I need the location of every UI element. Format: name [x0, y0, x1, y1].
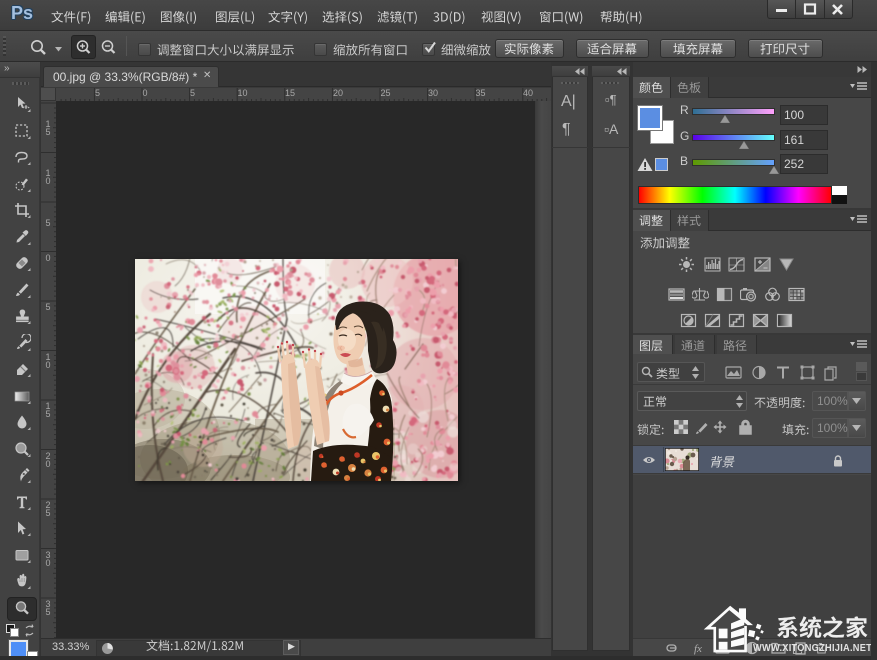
svg-text:fx: fx — [694, 643, 702, 655]
